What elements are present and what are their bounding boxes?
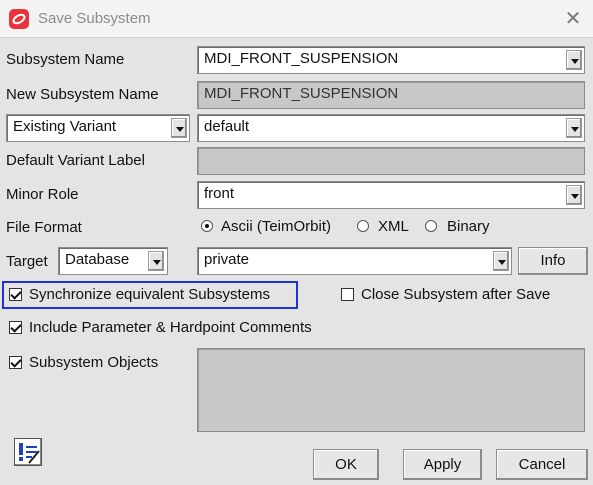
subsystem-name-label: Subsystem Name xyxy=(6,51,125,68)
variant-dropdown-arrow-icon[interactable] xyxy=(566,118,582,138)
target-type-value: Database xyxy=(65,251,130,268)
sync-equivalent-checkbox[interactable] xyxy=(9,288,22,301)
variant-dropdown[interactable]: default xyxy=(197,114,585,142)
window-title: Save Subsystem xyxy=(38,10,151,27)
file-format-xml-radio[interactable] xyxy=(357,220,369,232)
subsystem-objects-checkbox[interactable] xyxy=(9,356,22,369)
subsystem-name-value: MDI_FRONT_SUSPENSION xyxy=(204,50,399,67)
minor-role-dropdown-arrow-icon[interactable] xyxy=(566,185,582,205)
target-type-dropdown-arrow-icon[interactable] xyxy=(148,251,164,271)
new-subsystem-name-label: New Subsystem Name xyxy=(6,86,159,103)
cancel-button[interactable]: Cancel xyxy=(496,449,588,480)
variant-type-dropdown-arrow-icon[interactable] xyxy=(171,118,187,138)
minor-role-label: Minor Role xyxy=(6,186,79,203)
close-after-save-checkbox[interactable] xyxy=(341,288,354,301)
file-format-binary-radio[interactable] xyxy=(425,220,437,232)
file-format-xml-label: XML xyxy=(378,218,409,235)
new-subsystem-name-field[interactable]: MDI_FRONT_SUSPENSION xyxy=(197,81,585,109)
subsystem-name-dropdown-arrow-icon[interactable] xyxy=(566,50,582,70)
notes-pencil-icon[interactable] xyxy=(14,438,42,466)
close-icon[interactable]: ✕ xyxy=(560,6,586,32)
app-icon xyxy=(9,9,29,29)
include-comments-checkbox[interactable] xyxy=(9,321,22,334)
subsystem-name-dropdown[interactable]: MDI_FRONT_SUSPENSION xyxy=(197,46,585,74)
target-dropdown[interactable]: private xyxy=(197,247,512,275)
file-format-label: File Format xyxy=(6,219,82,236)
file-format-ascii-label: Ascii (TeimOrbit) xyxy=(221,218,332,235)
sync-equivalent-label: Synchronize equivalent Subsystems xyxy=(29,286,270,303)
include-comments-label: Include Parameter & Hardpoint Comments xyxy=(29,319,312,336)
target-label: Target xyxy=(6,253,48,270)
target-value: private xyxy=(204,251,250,268)
subsystem-objects-label: Subsystem Objects xyxy=(29,354,159,371)
target-dropdown-arrow-icon[interactable] xyxy=(493,251,509,271)
info-button[interactable]: Info xyxy=(518,247,588,275)
variant-type-value: Existing Variant xyxy=(13,118,117,135)
close-after-save-label: Close Subsystem after Save xyxy=(361,286,551,303)
apply-button[interactable]: Apply xyxy=(403,449,482,480)
subsystem-objects-list[interactable] xyxy=(197,348,585,432)
ok-button[interactable]: OK xyxy=(313,449,379,480)
minor-role-dropdown[interactable]: front xyxy=(197,181,585,209)
new-subsystem-name-value: MDI_FRONT_SUSPENSION xyxy=(204,85,399,102)
default-variant-label-label: Default Variant Label xyxy=(6,152,145,169)
minor-role-value: front xyxy=(204,185,235,202)
variant-type-dropdown[interactable]: Existing Variant xyxy=(6,114,190,142)
variant-value: default xyxy=(204,118,250,135)
default-variant-label-field[interactable] xyxy=(197,147,585,175)
file-format-ascii-radio[interactable] xyxy=(201,220,213,232)
file-format-binary-label: Binary xyxy=(447,218,490,235)
